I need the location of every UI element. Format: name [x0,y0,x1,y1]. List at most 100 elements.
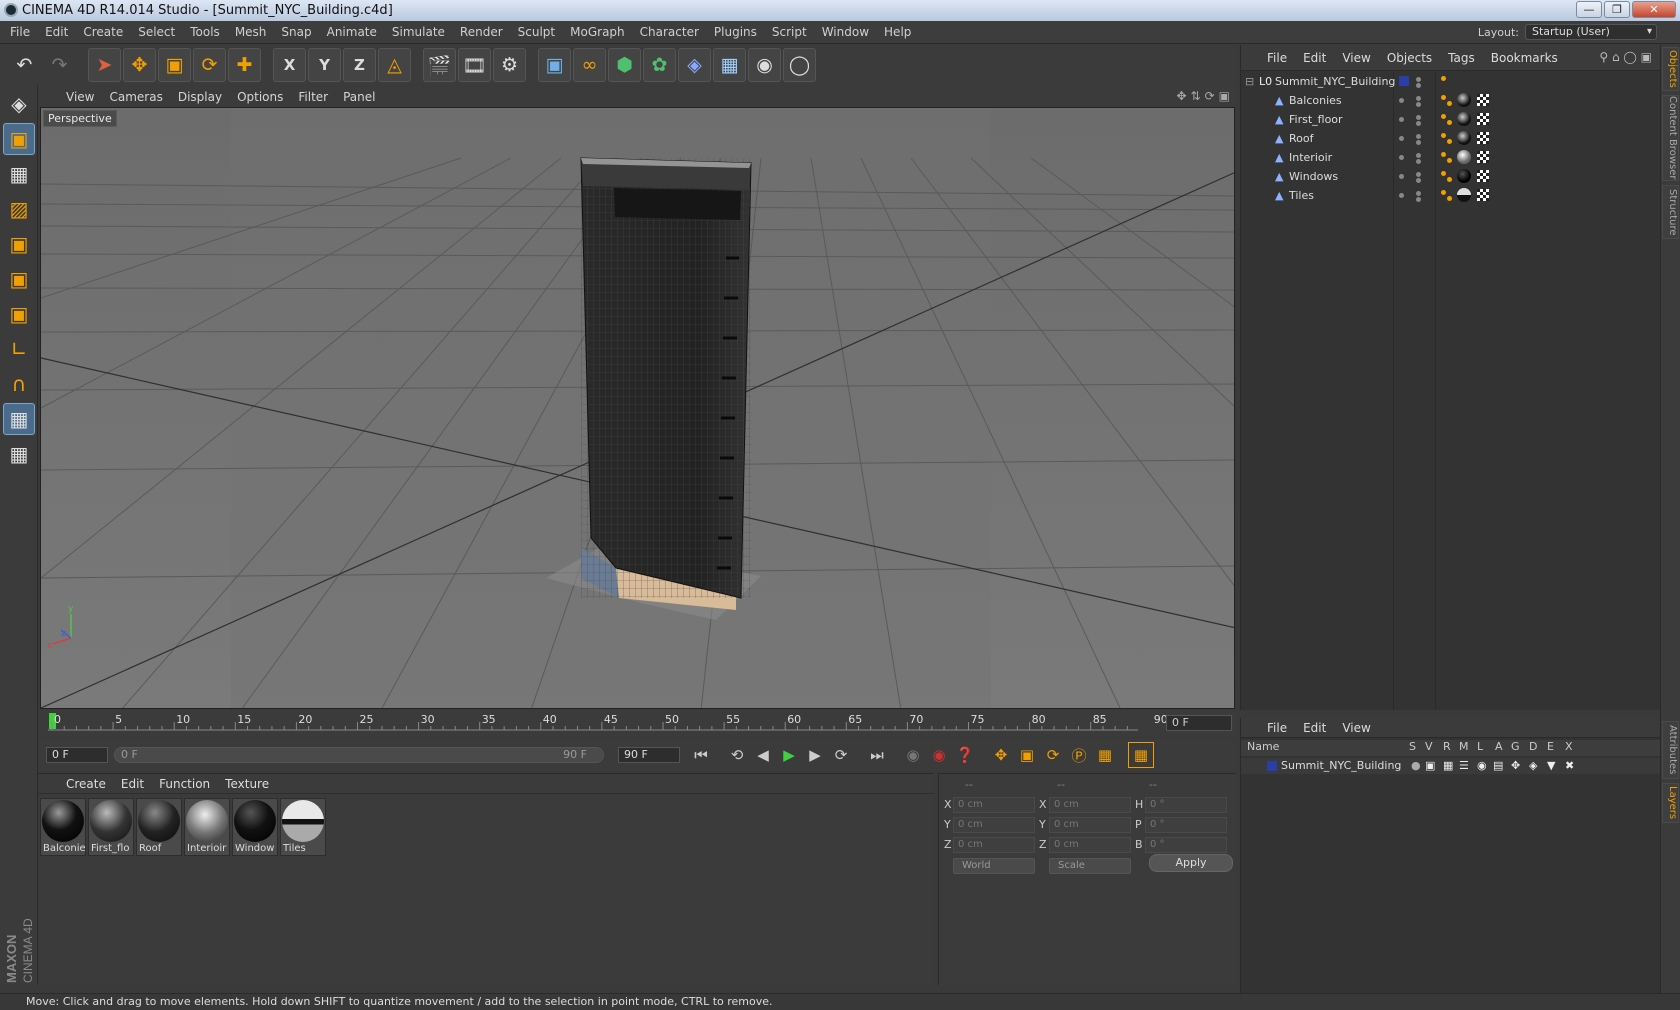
layer-col-render[interactable]: R [1443,740,1451,753]
material-menu-edit[interactable]: Edit [121,777,144,791]
dolly-icon[interactable]: ⇅ [1191,89,1201,103]
layer-col-solo[interactable]: S [1409,740,1416,753]
record-keys-icon[interactable]: ◉ [900,742,926,768]
solo-toggle-icon[interactable]: ● [1411,758,1421,774]
texture-mode-icon[interactable]: ▦ [3,158,35,190]
menu-script[interactable]: Script [772,25,807,39]
x-axis-icon[interactable]: X [273,48,306,82]
y-axis-icon[interactable]: Y [308,48,341,82]
material-menu-texture[interactable]: Texture [225,777,269,791]
rotation-p-field[interactable]: 0 ° [1145,817,1227,833]
object-menu-tags[interactable]: Tags [1448,51,1475,65]
size-mode-dropdown[interactable]: Scale [1049,858,1131,874]
object-row-roof[interactable]: ▲ Roof [1241,129,1661,148]
object-row-first-floor[interactable]: ▲ First_floor [1241,110,1661,129]
object-row-root[interactable]: ⊟ L0 Summit_NYC_Building [1241,72,1661,91]
object-row-tiles[interactable]: ▲ Tiles [1241,186,1661,205]
spline-icon[interactable]: ∞ [573,48,606,82]
timeline-ruler[interactable]: 0 5 10 15 20 25 30 35 40 45 50 55 60 65 70 75 80 85 90 0 F [38,710,1236,736]
layer-menu-file[interactable]: File [1267,721,1287,735]
rotate-icon[interactable]: ⟳ [193,48,226,82]
menu-select[interactable]: Select [138,25,175,39]
manager-toggle-icon[interactable]: ☰ [1459,758,1469,774]
material-roof[interactable]: Roof [136,798,182,856]
light-icon[interactable]: ◯ [783,48,816,82]
rotation-b-field[interactable]: 0 ° [1145,837,1227,853]
layer-color-swatch[interactable] [1399,76,1409,86]
menu-animate[interactable]: Animate [327,25,377,39]
layer-col-xref[interactable]: X [1565,740,1573,753]
viewport-menu-options[interactable]: Options [237,90,283,104]
key-rotation-icon[interactable]: ⟳ [1040,742,1066,768]
object-menu-edit[interactable]: Edit [1303,51,1326,65]
material-first-floor[interactable]: First_flo [88,798,134,856]
next-key-icon[interactable]: ⟳ [828,742,854,768]
polygons-mode-icon[interactable]: ▣ [3,298,35,330]
material-interioir[interactable]: Interioir [184,798,230,856]
viewport-menu-view[interactable]: View [66,90,94,104]
layer-col-expressions[interactable]: E [1547,740,1554,753]
menu-help[interactable]: Help [884,25,911,39]
position-x-field[interactable]: 0 cm [953,797,1035,813]
layer-col-name[interactable]: Name [1247,740,1279,753]
snap-icon[interactable]: ▦ [3,403,35,435]
position-y-field[interactable]: 0 cm [953,817,1035,833]
go-to-start-icon[interactable]: ⏮ [688,742,714,768]
menu-window[interactable]: Window [822,25,869,39]
collapse-icon[interactable]: ⊟ [1245,72,1254,91]
workplane-icon[interactable]: ▨ [3,193,35,225]
tab-objects[interactable]: Objects [1662,47,1679,91]
menu-plugins[interactable]: Plugins [714,25,757,39]
size-z-field[interactable]: 0 cm [1049,837,1131,853]
close-button[interactable]: ✕ [1632,1,1676,18]
timeline-window-icon[interactable]: ▦ [1128,742,1154,768]
size-y-field[interactable]: 0 cm [1049,817,1131,833]
world-coordinates-icon[interactable]: ◬ [378,48,411,82]
object-mode-icon[interactable]: ▣ [3,123,35,155]
redo-icon[interactable]: ↷ [43,48,76,82]
z-axis-icon[interactable]: Z [343,48,376,82]
menu-sculpt[interactable]: Sculpt [518,25,555,39]
material-menu-function[interactable]: Function [159,777,210,791]
menu-character[interactable]: Character [640,25,699,39]
tab-layers[interactable]: Layers [1662,783,1679,823]
auto-key-icon[interactable]: ◉ [926,742,952,768]
menu-file[interactable]: File [10,25,30,39]
axis-mode-icon[interactable]: ∟ [3,333,35,365]
render-picture-viewer-icon[interactable]: 🎞 [458,48,491,82]
material-tag-icon[interactable] [1457,169,1471,183]
viewport-menu-cameras[interactable]: Cameras [109,90,162,104]
magnet-icon[interactable]: ∩ [3,368,35,400]
keyframe-selection-icon[interactable]: ❓ [952,742,978,768]
previous-frame-icon[interactable]: ◀ [750,742,776,768]
material-tiles[interactable]: Tiles [280,798,326,856]
pan-icon[interactable]: ✥ [1176,89,1186,103]
menu-create[interactable]: Create [83,25,123,39]
material-balconies[interactable]: Balconie [40,798,86,856]
texture-tag-icon[interactable] [1477,132,1489,144]
start-frame-field[interactable]: 0 F [46,747,108,763]
lock-toggle-icon[interactable]: ◉ [1477,758,1487,774]
orbit-icon[interactable]: ⟳ [1205,89,1215,103]
search-icon[interactable]: ⚲ ⌂ ◯ ▣ [1599,50,1652,64]
size-x-field[interactable]: 0 cm [1049,797,1131,813]
deformer-icon[interactable]: ◈ [678,48,711,82]
key-position-icon[interactable]: ✥ [988,742,1014,768]
visible-toggle-icon[interactable]: ▣ [1425,758,1435,774]
texture-tag-icon[interactable] [1477,113,1489,125]
tab-content-browser[interactable]: Content Browser [1662,95,1679,181]
material-tag-icon[interactable] [1457,131,1471,145]
viewport-menu-panel[interactable]: Panel [343,90,375,104]
layer-col-deformers[interactable]: D [1529,740,1537,753]
scale-icon[interactable]: ▣ [158,48,191,82]
restore-button[interactable]: ❐ [1604,1,1630,18]
xref-toggle-icon[interactable]: ✖ [1565,758,1574,774]
camera-icon[interactable]: ◉ [748,48,781,82]
material-windows[interactable]: Window [232,798,278,856]
layer-menu-edit[interactable]: Edit [1303,721,1326,735]
menu-edit[interactable]: Edit [45,25,68,39]
animation-toggle-icon[interactable]: ▤ [1493,758,1503,774]
material-tag-icon[interactable] [1457,93,1471,107]
undo-icon[interactable]: ↶ [8,48,41,82]
live-selection-icon[interactable]: ➤ [88,48,121,82]
